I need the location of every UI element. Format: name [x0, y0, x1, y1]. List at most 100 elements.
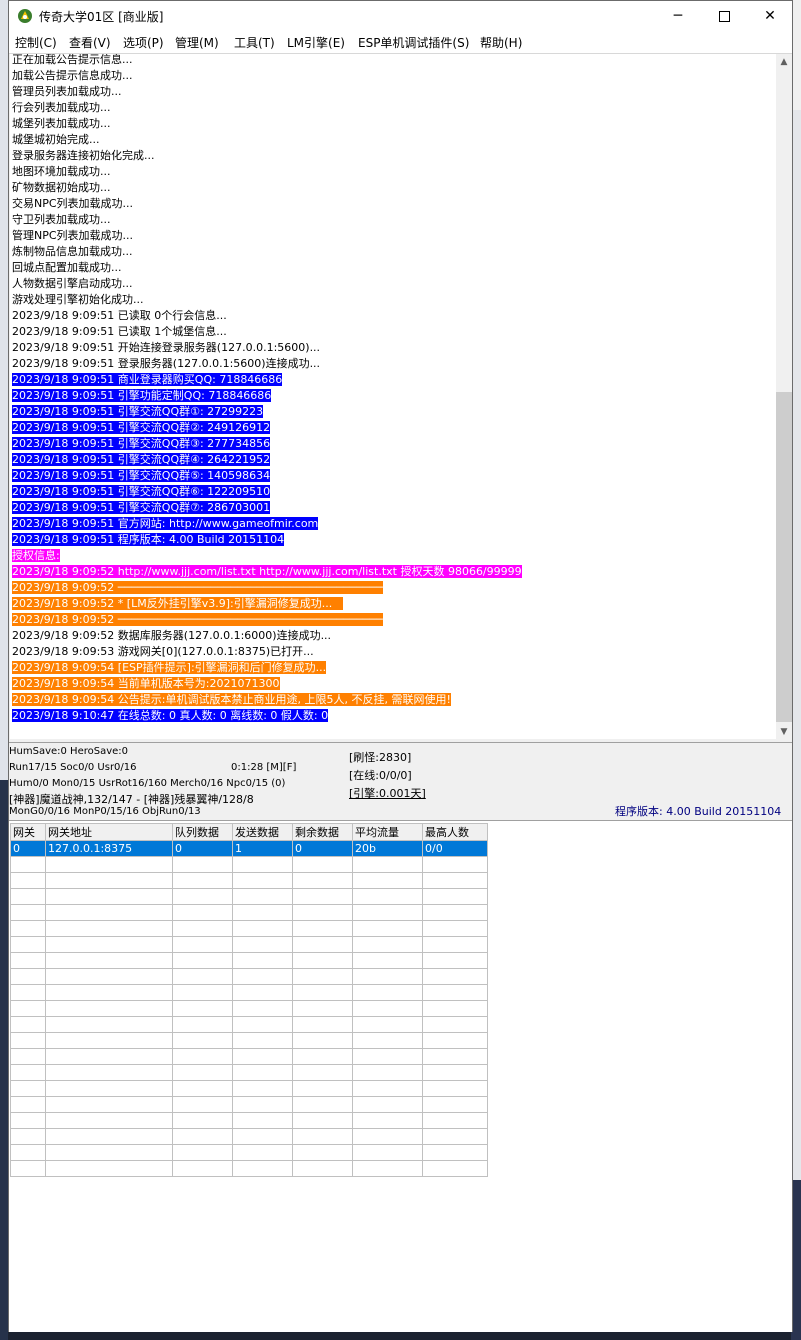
log-line: 2023/9/18 9:09:51 引擎功能定制QQ: 718846686: [12, 388, 272, 403]
log-line: 2023/9/18 9:09:51 引擎交流QQ群⑤: 140598634: [12, 468, 271, 483]
log-line-text: 登录服务器连接初始化完成...: [12, 149, 155, 162]
table-cell: [10, 904, 46, 921]
title-bar[interactable]: 传奇大学01区 [商业版] ─ ✕: [9, 1, 792, 31]
table-cell: [45, 968, 173, 985]
table-row-empty[interactable]: [10, 872, 488, 889]
log-line-text: 2023/9/18 9:09:52 * [LM反外挂引擎v3.9]:引擎漏洞修复…: [12, 597, 343, 610]
table-row-empty[interactable]: [10, 968, 488, 985]
table-row-empty[interactable]: [10, 888, 488, 905]
gateway-table[interactable]: 网关 网关地址 队列数据 发送数据 剩余数据 平均流量 最高人数 0 127.0.0.1:83…: [10, 823, 488, 1177]
column-header[interactable]: 网关地址: [45, 823, 173, 841]
table-cell: [172, 856, 233, 873]
log-line-text: 2023/9/18 9:09:51 已读取 0个行会信息...: [12, 309, 227, 322]
table-row-empty[interactable]: [10, 952, 488, 969]
scroll-down-icon[interactable]: ▼: [776, 724, 792, 740]
menu-esp-plugin[interactable]: ESP单机调试插件(S): [358, 34, 469, 51]
table-cell: [422, 1096, 488, 1113]
table-cell: [232, 984, 293, 1001]
table-cell: [232, 1160, 293, 1177]
log-line-text: 2023/9/18 9:09:51 官方网站: http://www.gameo…: [12, 517, 319, 530]
menu-tools[interactable]: 工具(T): [234, 34, 275, 51]
menu-bar: 控制(C) 查看(V) 选项(P) 管理(M) 工具(T) LM引擎(E) ES…: [9, 31, 792, 54]
status-monsters: MonG0/0/16 MonP0/15/16 ObjRun0/13: [9, 806, 201, 817]
column-header[interactable]: 平均流量: [352, 823, 423, 841]
menu-view[interactable]: 查看(V): [69, 34, 111, 51]
table-cell: [45, 856, 173, 873]
log-line: 2023/9/18 9:09:51 登录服务器(127.0.0.1:5600)连…: [12, 356, 320, 371]
table-row-empty[interactable]: [10, 1128, 488, 1145]
table-row-empty[interactable]: [10, 1096, 488, 1113]
table-row-empty[interactable]: [10, 936, 488, 953]
table-cell: [232, 1016, 293, 1033]
table-cell: [172, 1032, 233, 1049]
table-cell: [352, 1144, 423, 1161]
table-cell: [172, 1112, 233, 1129]
minimize-button[interactable]: ─: [655, 1, 701, 31]
table-row[interactable]: 0 127.0.0.1:8375 0 1 0 20b 0/0: [10, 840, 488, 857]
log-line: 游戏处理引擎初始化成功...: [12, 292, 144, 307]
table-cell: [232, 1096, 293, 1113]
app-icon: [18, 9, 32, 23]
column-header[interactable]: 网关: [10, 823, 46, 841]
log-line-text: 城堡城初始完成...: [12, 133, 100, 146]
table-row-empty[interactable]: [10, 1144, 488, 1161]
scroll-up-icon[interactable]: ▲: [776, 54, 792, 70]
table-row-empty[interactable]: [10, 920, 488, 937]
table-row-empty[interactable]: [10, 1112, 488, 1129]
column-header[interactable]: 最高人数: [422, 823, 488, 841]
close-button[interactable]: ✕: [747, 1, 793, 31]
log-line-text: 人物数据引擎启动成功...: [12, 277, 133, 290]
table-row-empty[interactable]: [10, 1048, 488, 1065]
table-row-empty[interactable]: [10, 1064, 488, 1081]
table-cell: [45, 1144, 173, 1161]
log-line-text: 2023/9/18 9:09:52 数据库服务器(127.0.0.1:6000)…: [12, 629, 332, 642]
maximize-button[interactable]: [701, 1, 747, 31]
log-line-text: 授权信息:: [12, 549, 60, 562]
log-scrollbar[interactable]: ▲ ▼: [776, 54, 792, 740]
column-header[interactable]: 剩余数据: [292, 823, 353, 841]
maximize-icon: [718, 11, 730, 22]
table-cell: 0: [292, 840, 353, 857]
menu-help[interactable]: 帮助(H): [480, 34, 522, 51]
column-header[interactable]: 发送数据: [232, 823, 293, 841]
table-cell: [232, 936, 293, 953]
status-refresh: [刷怪:2830]: [349, 751, 412, 764]
table-cell: [45, 904, 173, 921]
table-row-empty[interactable]: [10, 1160, 488, 1177]
table-cell: [45, 1128, 173, 1145]
scroll-thumb[interactable]: [776, 392, 792, 722]
table-cell: 20b: [352, 840, 423, 857]
table-row-empty[interactable]: [10, 984, 488, 1001]
table-row-empty[interactable]: [10, 1032, 488, 1049]
table-cell: [422, 984, 488, 1001]
menu-manage[interactable]: 管理(M): [175, 34, 219, 51]
table-cell: [172, 952, 233, 969]
log-line: 矿物数据初始成功...: [12, 180, 111, 195]
table-row-empty[interactable]: [10, 856, 488, 873]
menu-control[interactable]: 控制(C): [15, 34, 57, 51]
table-cell: [10, 1144, 46, 1161]
table-cell: 0: [10, 840, 46, 857]
table-row-empty[interactable]: [10, 1000, 488, 1017]
table-cell: [232, 1080, 293, 1097]
table-cell: [352, 872, 423, 889]
column-header[interactable]: 队列数据: [172, 823, 233, 841]
desktop-backdrop-left: [0, 0, 8, 1340]
table-row-empty[interactable]: [10, 1016, 488, 1033]
table-cell: [172, 1000, 233, 1017]
log-line-text: 地图环境加载成功...: [12, 165, 111, 178]
table-row-empty[interactable]: [10, 1080, 488, 1097]
table-cell: [10, 856, 46, 873]
table-cell: [45, 888, 173, 905]
menu-options[interactable]: 选项(P): [123, 34, 164, 51]
menu-lm-engine[interactable]: LM引擎(E): [287, 34, 345, 51]
table-cell: [292, 1000, 353, 1017]
log-line-text: 管理NPC列表加载成功...: [12, 229, 134, 242]
table-cell: [172, 1048, 233, 1065]
table-cell: [292, 904, 353, 921]
table-row-empty[interactable]: [10, 904, 488, 921]
log-panel[interactable]: 正在加载公告提示信息... 加载公告提示信息成功... 管理员列表加载成功... 行会…: [10, 54, 776, 739]
table-cell: [10, 936, 46, 953]
log-line-text: 2023/9/18 9:09:51 商业登录器购买QQ: 718846686: [12, 373, 283, 386]
table-cell: [232, 968, 293, 985]
